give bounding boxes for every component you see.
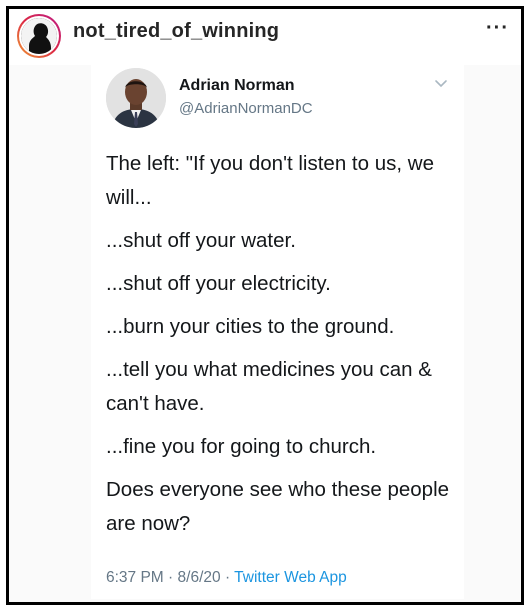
meta-separator: · [168,569,174,586]
tweet-text: The left: "If you don't listen to us, we… [106,147,456,541]
tweet-line: ...shut off your water. [106,229,296,252]
author-name[interactable]: Adrian Norman [179,77,295,95]
tweet-line: The left: "If you don't listen to us, we… [106,152,434,209]
tweet-line: Does everyone see who these people are n… [106,478,450,535]
screenshot-frame: not_tired_of_winning ··· Adrian Norman @… [6,6,524,605]
profile-silhouette-icon [21,18,57,54]
instagram-post-header: not_tired_of_winning ··· [9,9,521,65]
profile-avatar[interactable] [17,14,61,58]
tweet-line: ...burn your cities to the ground. [106,315,395,338]
tweet-metadata: 6:37 PM · 8/6/20 · Twitter Web App [106,569,347,587]
tweet-line: ...tell you what medicines you can & can… [106,358,432,415]
tweet-date[interactable]: 8/6/20 [178,569,221,586]
tweet-card: Adrian Norman @AdrianNormanDC The left: … [91,63,464,599]
tweet-time[interactable]: 6:37 PM [106,569,164,586]
chevron-down-icon[interactable] [434,79,448,89]
author-photo[interactable] [106,68,166,128]
post-username[interactable]: not_tired_of_winning [73,20,279,43]
meta-separator: · [224,569,231,586]
tweet-line: ...shut off your electricity. [106,272,331,295]
more-options-button[interactable]: ··· [486,17,509,40]
tweet-line: ...fine you for going to church. [106,435,377,458]
author-handle[interactable]: @AdrianNormanDC [179,100,313,117]
tweet-source-link[interactable]: Twitter Web App [234,569,347,586]
